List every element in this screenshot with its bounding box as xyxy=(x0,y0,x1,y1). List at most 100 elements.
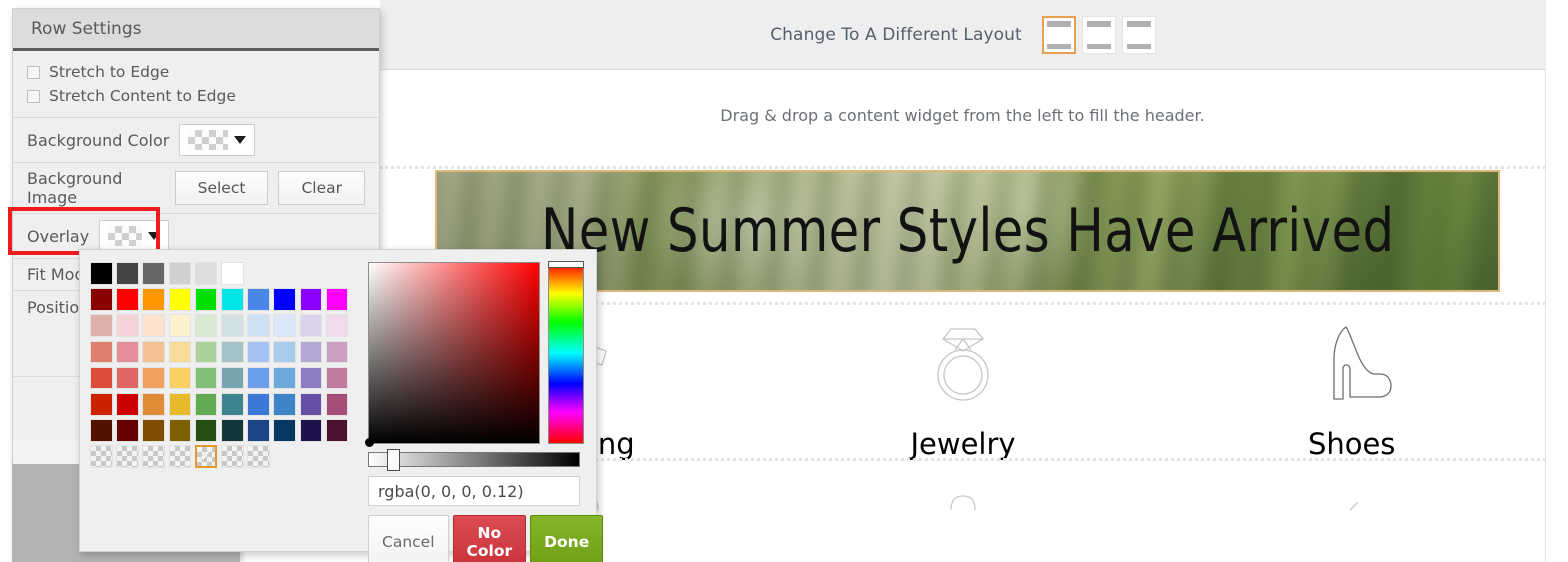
color-swatch[interactable] xyxy=(220,340,244,364)
color-swatch[interactable] xyxy=(247,340,270,364)
color-swatch[interactable] xyxy=(273,392,296,416)
stretch-content-to-edge-row[interactable]: Stretch Content to Edge xyxy=(27,84,365,108)
transparent-swatch[interactable] xyxy=(90,445,113,468)
color-swatch[interactable] xyxy=(273,340,296,364)
transparent-swatch[interactable] xyxy=(142,445,165,468)
color-swatch[interactable] xyxy=(116,419,139,442)
color-swatch[interactable] xyxy=(142,392,165,416)
color-swatch[interactable] xyxy=(247,366,270,390)
transparent-swatch-selected[interactable] xyxy=(194,445,218,468)
color-swatch[interactable] xyxy=(247,392,270,416)
color-swatch[interactable] xyxy=(299,314,323,337)
color-swatch[interactable] xyxy=(220,314,244,337)
color-swatch[interactable] xyxy=(116,262,139,285)
category-item-partial-2[interactable] xyxy=(769,472,1158,512)
color-swatch[interactable] xyxy=(247,314,270,337)
color-swatch[interactable] xyxy=(142,366,165,390)
stretch-to-edge-row[interactable]: Stretch to Edge xyxy=(27,60,365,84)
color-swatch[interactable] xyxy=(299,392,323,416)
color-swatch[interactable] xyxy=(168,288,192,311)
color-swatch[interactable] xyxy=(325,419,349,442)
right-sidebar-layout-icon[interactable] xyxy=(1121,16,1156,54)
category-item-partial-3[interactable] xyxy=(1157,472,1546,512)
background-color-swatch-button[interactable] xyxy=(179,124,256,156)
color-swatch[interactable] xyxy=(325,314,349,337)
color-swatch[interactable] xyxy=(90,419,113,442)
transparent-swatch[interactable] xyxy=(116,445,139,468)
color-swatch[interactable] xyxy=(247,288,270,311)
color-swatch[interactable] xyxy=(90,392,113,416)
color-swatch[interactable] xyxy=(116,340,139,364)
color-value-input[interactable]: rgba(0, 0, 0, 0.12) xyxy=(368,476,580,506)
color-swatch[interactable] xyxy=(90,340,113,364)
color-swatch[interactable] xyxy=(194,419,218,442)
color-swatch[interactable] xyxy=(168,392,192,416)
no-color-button[interactable]: No Color xyxy=(452,515,527,562)
alpha-slider-handle[interactable] xyxy=(387,449,400,471)
transparent-swatch[interactable] xyxy=(220,445,244,468)
color-swatch[interactable] xyxy=(194,262,218,285)
done-button[interactable]: Done xyxy=(530,515,604,562)
single-column-layout-icon[interactable] xyxy=(1041,16,1076,54)
color-swatch[interactable] xyxy=(220,419,244,442)
color-swatch[interactable] xyxy=(299,288,323,311)
color-swatch[interactable] xyxy=(325,366,349,390)
hue-slider-handle[interactable] xyxy=(548,261,584,268)
color-swatch[interactable] xyxy=(142,314,165,337)
color-swatch[interactable] xyxy=(194,340,218,364)
color-swatch[interactable] xyxy=(116,288,139,311)
color-swatch[interactable] xyxy=(142,419,165,442)
color-swatch[interactable] xyxy=(142,340,165,364)
left-sidebar-layout-icon[interactable] xyxy=(1081,16,1116,54)
color-swatch[interactable] xyxy=(90,288,113,311)
alpha-slider[interactable] xyxy=(368,449,580,471)
color-swatch[interactable] xyxy=(142,288,165,311)
stretch-to-edge-checkbox[interactable] xyxy=(27,65,40,79)
clear-image-button[interactable]: Clear xyxy=(278,171,365,205)
color-swatch[interactable] xyxy=(220,288,244,311)
color-swatch[interactable] xyxy=(116,314,139,337)
color-swatch[interactable] xyxy=(142,262,165,285)
transparent-swatch[interactable] xyxy=(247,445,270,468)
category-item-jewelry[interactable]: Jewelry xyxy=(769,315,1158,461)
overlay-color-swatch-button[interactable] xyxy=(99,220,170,252)
color-swatch[interactable] xyxy=(247,419,270,442)
color-swatch[interactable] xyxy=(299,366,323,390)
color-swatch[interactable] xyxy=(194,366,218,390)
color-swatch[interactable] xyxy=(168,262,192,285)
cancel-button[interactable]: Cancel xyxy=(368,515,449,562)
color-swatch[interactable] xyxy=(273,288,296,311)
color-swatch[interactable] xyxy=(220,366,244,390)
color-swatch[interactable] xyxy=(90,262,113,285)
color-swatch[interactable] xyxy=(168,366,192,390)
color-swatch[interactable] xyxy=(299,340,323,364)
color-swatch[interactable] xyxy=(273,419,296,442)
color-swatch[interactable] xyxy=(273,314,296,337)
color-swatch[interactable] xyxy=(220,392,244,416)
color-swatch[interactable] xyxy=(194,314,218,337)
color-swatch[interactable] xyxy=(273,366,296,390)
color-swatch[interactable] xyxy=(299,419,323,442)
hue-slider[interactable] xyxy=(548,261,584,444)
color-swatch[interactable] xyxy=(325,340,349,364)
layout-icon-middle xyxy=(1087,30,1111,42)
saturation-value-area[interactable] xyxy=(365,262,540,447)
select-image-button[interactable]: Select xyxy=(174,171,269,205)
color-swatch[interactable] xyxy=(168,340,192,364)
saturation-value-handle[interactable] xyxy=(365,438,374,447)
stretch-content-to-edge-checkbox[interactable] xyxy=(27,89,40,103)
transparent-swatch[interactable] xyxy=(168,445,192,468)
color-swatch[interactable] xyxy=(194,288,218,311)
color-swatch[interactable] xyxy=(220,262,244,285)
category-item-shoes[interactable]: Shoes xyxy=(1157,315,1546,461)
color-swatch[interactable] xyxy=(325,288,349,311)
color-swatch[interactable] xyxy=(116,392,139,416)
color-swatch[interactable] xyxy=(90,366,113,390)
color-swatch[interactable] xyxy=(325,392,349,416)
color-swatch[interactable] xyxy=(194,392,218,416)
hero-banner-title: New Summer Styles Have Arrived xyxy=(540,196,1395,266)
color-swatch[interactable] xyxy=(116,366,139,390)
color-swatch[interactable] xyxy=(90,314,113,337)
color-swatch[interactable] xyxy=(168,314,192,337)
color-swatch[interactable] xyxy=(168,419,192,442)
